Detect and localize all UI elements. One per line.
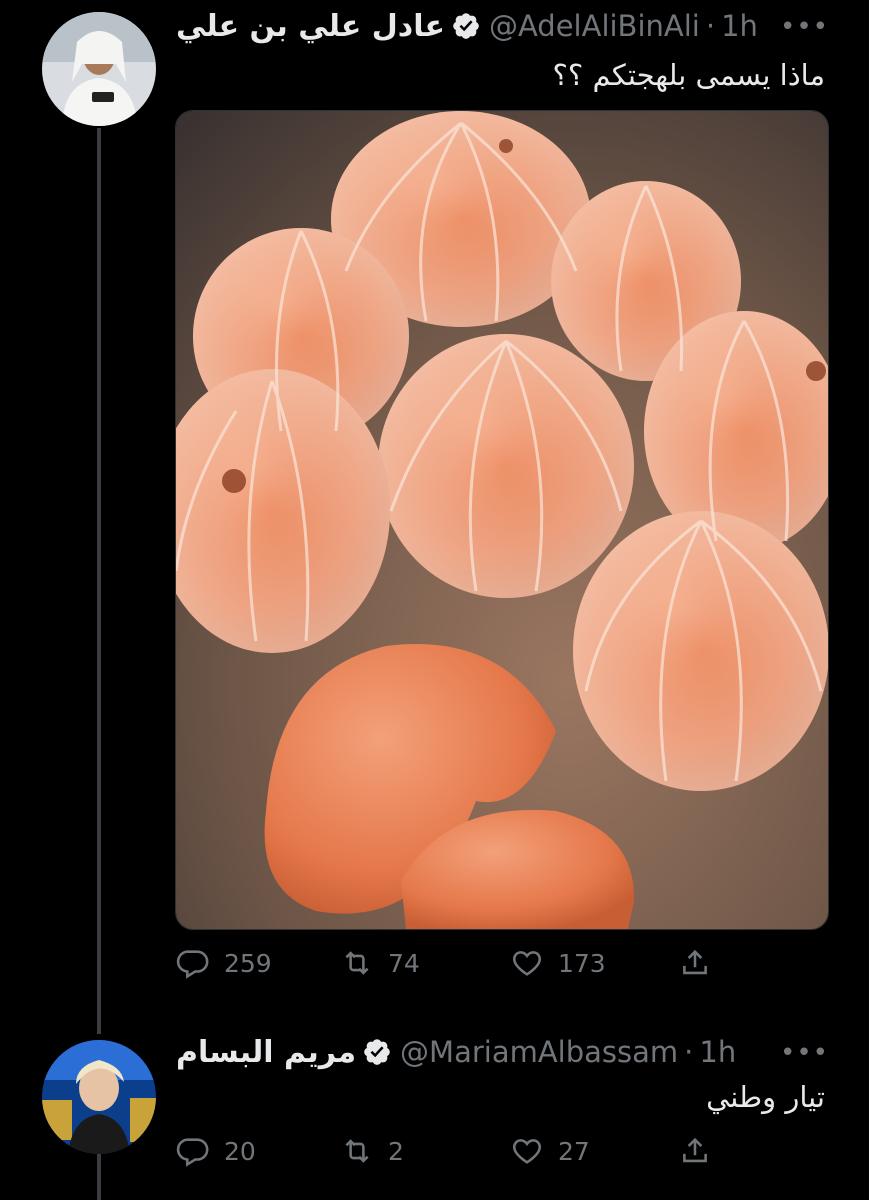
more-options-icon[interactable]: •••: [780, 1038, 829, 1068]
avatar[interactable]: [42, 12, 156, 126]
reply-count: 259: [224, 948, 272, 978]
share-icon: [683, 949, 707, 975]
like-button[interactable]: 173: [510, 946, 606, 980]
reply-button[interactable]: 20: [176, 1134, 256, 1168]
tweet-media-image[interactable]: [175, 110, 829, 930]
like-count: 173: [558, 948, 606, 978]
retweet-count: 74: [388, 948, 420, 978]
photo-peeled-mandarins-icon: [176, 111, 828, 929]
author-handle[interactable]: @MariamAlbassam: [400, 1035, 678, 1069]
tweet-text: تيار وطني: [706, 1080, 825, 1114]
more-options-icon[interactable]: •••: [780, 12, 829, 42]
author-name[interactable]: عادل علي بن علي: [176, 9, 445, 44]
reply-count: 20: [224, 1136, 256, 1166]
heart-icon: [512, 951, 542, 976]
verified-badge-icon: [362, 1037, 392, 1067]
avatar[interactable]: [42, 1040, 156, 1154]
reply-button[interactable]: 259: [176, 946, 272, 980]
like-button[interactable]: 27: [510, 1134, 590, 1168]
retweet-icon: [345, 951, 369, 975]
timestamp[interactable]: 1h: [721, 9, 758, 43]
share-icon: [683, 1137, 707, 1163]
retweet-count: 2: [388, 1136, 404, 1166]
retweet-button[interactable]: 2: [340, 1134, 404, 1168]
share-button[interactable]: [678, 946, 726, 980]
tweet-header: مريم البسام @MariamAlbassam · 1h: [176, 1032, 825, 1072]
tweet-header: عادل علي بن علي @AdelAliBinAli · 1h: [176, 6, 825, 46]
tweet[interactable]: عادل علي بن علي @AdelAliBinAli · 1h ••• …: [0, 0, 869, 1010]
author-handle[interactable]: @AdelAliBinAli: [489, 9, 700, 43]
retweet-icon: [345, 1139, 369, 1163]
tweet[interactable]: مريم البسام @MariamAlbassam · 1h ••• تيا…: [0, 1030, 869, 1200]
author-name[interactable]: مريم البسام: [176, 1035, 356, 1070]
separator-dot: ·: [705, 9, 716, 43]
verified-badge-icon: [451, 11, 481, 41]
retweet-button[interactable]: 74: [340, 946, 420, 980]
reply-icon: [176, 950, 209, 979]
tweet-text: ماذا يسمى بلهجتكم ؟؟: [552, 58, 825, 92]
share-button[interactable]: [678, 1134, 726, 1168]
reply-icon: [176, 1138, 209, 1167]
heart-icon: [512, 1139, 542, 1164]
like-count: 27: [558, 1136, 590, 1166]
timestamp[interactable]: 1h: [699, 1035, 736, 1069]
separator-dot: ·: [684, 1035, 694, 1069]
